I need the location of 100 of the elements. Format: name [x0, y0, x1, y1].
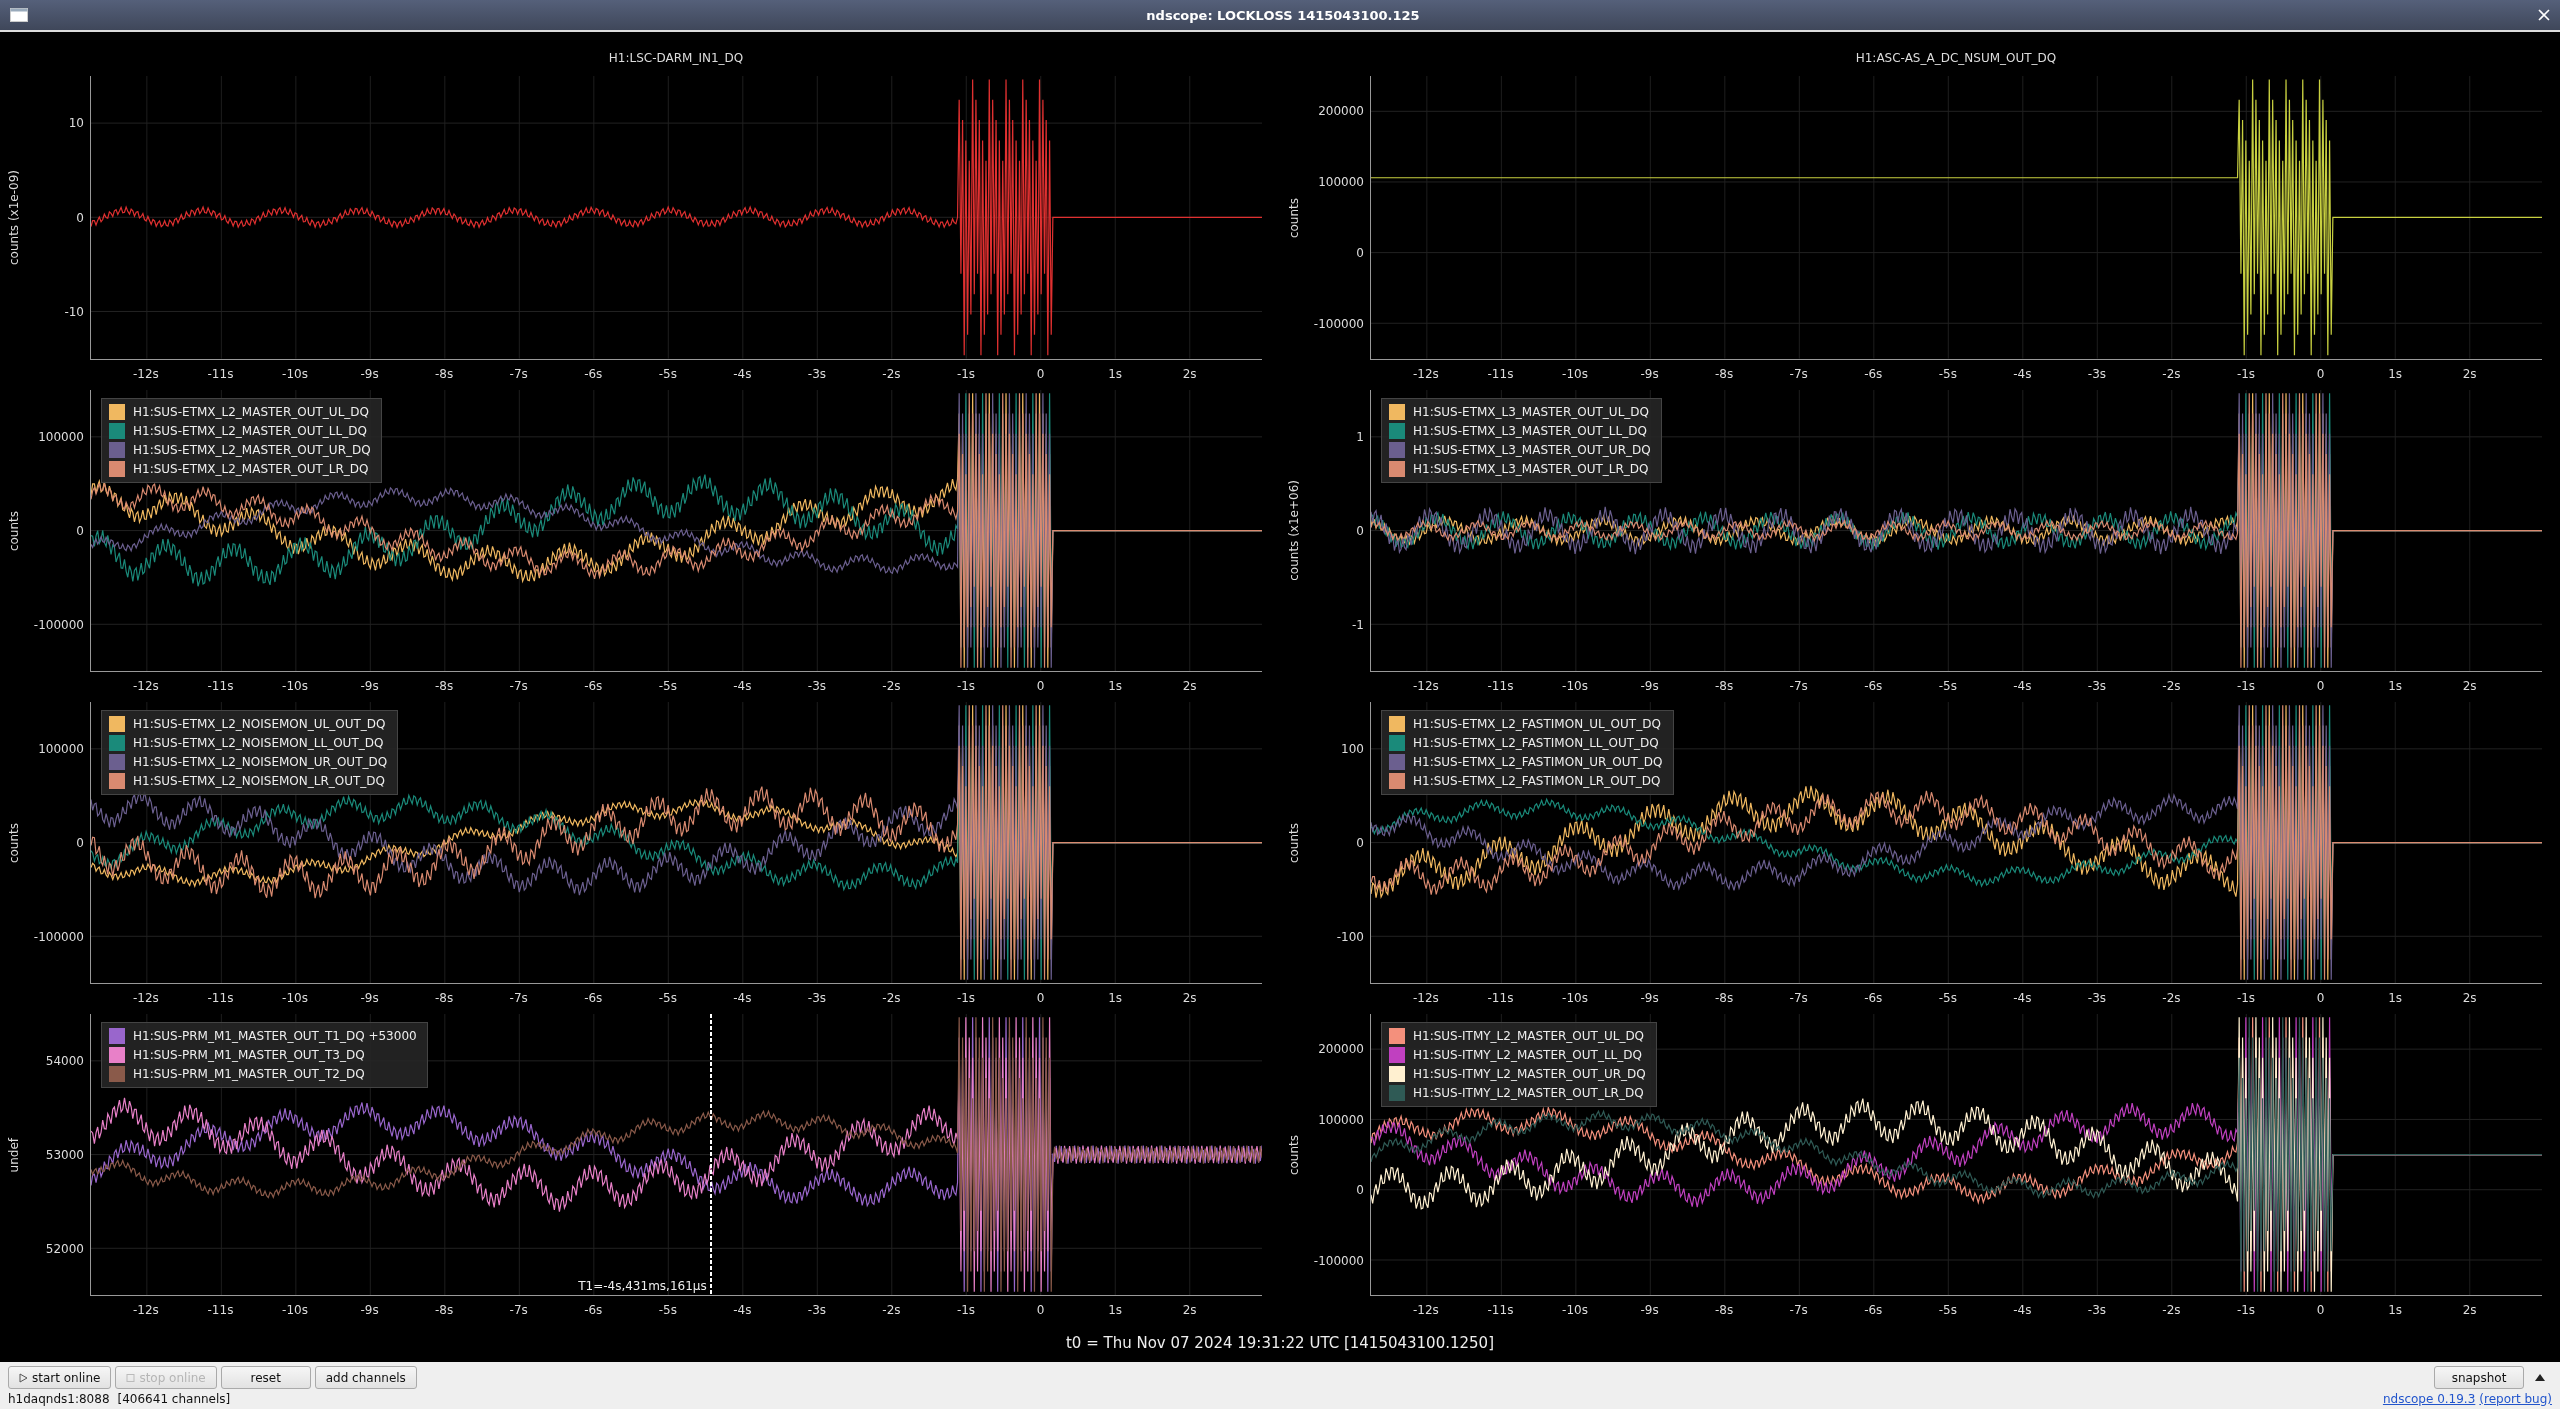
axis-tick-label: 100: [1341, 741, 1364, 756]
axis-tick-label: -9s: [1640, 366, 1659, 381]
axis-tick-label: 100000: [38, 429, 84, 444]
axis-tick-label: -10s: [282, 990, 308, 1005]
expand-icon[interactable]: [2534, 1373, 2546, 1382]
axis-tick-label: -11s: [207, 678, 234, 693]
axis-tick-label: -7s: [1789, 990, 1808, 1005]
legend-label: H1:SUS-ETMX_L2_MASTER_OUT_UL_DQ: [133, 404, 369, 419]
window-icon: [10, 8, 28, 22]
axis-tick-label: 1s: [2388, 990, 2403, 1005]
axis-tick-label: -8s: [435, 678, 454, 693]
channel-count: [406641 channels]: [117, 1392, 231, 1406]
axis-label: counts: [1287, 822, 1301, 863]
axis-tick-label: 0: [1356, 1183, 1364, 1198]
axis-tick-label: 1s: [2388, 1303, 2403, 1317]
axis-tick-label: -2s: [2162, 990, 2181, 1005]
legend-label: H1:SUS-ITMY_L2_MASTER_OUT_LL_DQ: [1413, 1047, 1642, 1062]
axis-tick-label: -10: [64, 305, 84, 320]
axis-label: undef: [7, 1137, 21, 1173]
axis-tick-label: 2s: [1182, 990, 1197, 1005]
axis-tick-label: 0: [1356, 246, 1364, 261]
axis-tick-label: 2s: [1182, 678, 1197, 693]
axis-tick-label: -3s: [2087, 366, 2106, 381]
axis-tick-label: 0: [76, 835, 84, 850]
legend-label: H1:SUS-ETMX_L2_MASTER_OUT_UR_DQ: [133, 442, 371, 457]
axis-tick-label: -12s: [133, 990, 159, 1005]
axis-tick-label: -5s: [658, 678, 677, 693]
axis-tick-label: 0: [76, 210, 84, 225]
axis-tick-label: -11s: [1487, 1303, 1514, 1317]
legend-label: H1:SUS-ETMX_L2_FASTIMON_UR_OUT_DQ: [1413, 754, 1663, 769]
legend-label: H1:SUS-ETMX_L2_MASTER_OUT_LL_DQ: [133, 423, 367, 438]
axis-tick-label: -1s: [2236, 366, 2256, 381]
toolbar-button[interactable]: add channels: [314, 1366, 417, 1389]
axis-tick-label: -2s: [882, 366, 901, 381]
toolbar-button[interactable]: start online: [8, 1366, 112, 1389]
axis-tick-label: 2s: [1182, 366, 1197, 381]
toolbar-button[interactable]: reset: [220, 1366, 311, 1389]
legend-label: H1:SUS-ITMY_L2_MASTER_OUT_UR_DQ: [1413, 1066, 1646, 1081]
axis-tick-label: -100: [1336, 929, 1364, 944]
axis-tick-label: 54000: [45, 1053, 84, 1068]
axis-tick-label: -2s: [882, 1303, 901, 1317]
axis-tick-label: -100000: [33, 929, 84, 944]
plot-title: H1:ASC-AS_A_DC_NSUM_OUT_DQ: [1854, 51, 2058, 65]
legend-label: H1:SUS-ETMX_L2_FASTIMON_LR_OUT_DQ: [1413, 773, 1661, 788]
axis-tick-label: 0: [1356, 835, 1364, 850]
legend-label: H1:SUS-ETMX_L2_NOISEMON_UL_OUT_DQ: [133, 716, 386, 731]
report-bug-link[interactable]: (report bug): [2479, 1392, 2552, 1406]
axis-tick-label: -5s: [1938, 678, 1957, 693]
axis-tick-label: -5s: [658, 1303, 677, 1317]
legend-label: H1:SUS-ETMX_L3_MASTER_OUT_UL_DQ: [1413, 404, 1649, 419]
axis-tick-label: -8s: [1715, 990, 1734, 1005]
axis-tick-label: -6s: [584, 990, 603, 1005]
axis-tick-label: -11s: [1487, 990, 1514, 1005]
axis-tick-label: 200000: [1318, 1042, 1364, 1057]
axis-tick-label: 100000: [38, 741, 84, 756]
axis-tick-label: -4s: [2013, 678, 2032, 693]
axis-tick-label: -1s: [956, 366, 976, 381]
axis-tick-label: 1s: [1108, 366, 1123, 381]
axis-tick-label: 2s: [2462, 990, 2477, 1005]
axis-tick-label: -12s: [133, 678, 159, 693]
axis-tick-label: -1: [1352, 617, 1364, 632]
axis-tick-label: -12s: [1413, 990, 1439, 1005]
axis-tick-label: 1s: [1108, 990, 1123, 1005]
axis-tick-label: -1s: [956, 990, 976, 1005]
axis-tick-label: -10s: [1562, 678, 1588, 693]
axis-tick-label: 0: [2316, 990, 2325, 1005]
axis-tick-label: -9s: [360, 990, 379, 1005]
legend-label: H1:SUS-ETMX_L2_FASTIMON_UL_OUT_DQ: [1413, 716, 1661, 731]
axis-tick-label: -12s: [1413, 366, 1439, 381]
legend-label: H1:SUS-ETMX_L2_NOISEMON_UR_OUT_DQ: [133, 754, 388, 769]
axis-tick-label: -9s: [360, 1303, 379, 1317]
axis-tick-label: -7s: [509, 990, 528, 1005]
cursor-line[interactable]: [708, 1013, 713, 1295]
axis-tick-label: -11s: [1487, 678, 1514, 693]
axis-tick-label: -9s: [1640, 990, 1659, 1005]
axis-label: counts: [7, 822, 21, 863]
legend-label: H1:SUS-ETMX_L3_MASTER_OUT_UR_DQ: [1413, 442, 1651, 457]
axis-tick-label: -10s: [282, 678, 308, 693]
axis-tick-label: 1s: [1108, 1303, 1123, 1317]
axis-tick-label: -1s: [2236, 1303, 2256, 1317]
axis-tick-label: -11s: [1487, 366, 1514, 381]
version-link[interactable]: ndscope 0.19.3: [2382, 1392, 2476, 1406]
axis-tick-label: -5s: [658, 366, 677, 381]
snapshot-button[interactable]: snapshot: [2434, 1366, 2524, 1389]
axis-tick-label: -8s: [1715, 678, 1734, 693]
time-origin-label: t0 = Thu Nov 07 2024 19:31:22 UTC [1415043100.1250]: [1064, 1333, 1495, 1354]
legend-label: H1:SUS-ETMX_L2_MASTER_OUT_LR_DQ: [133, 461, 369, 476]
axis-tick-label: -8s: [435, 1303, 454, 1317]
axis-tick-label: -6s: [1864, 366, 1883, 381]
axis-tick-label: 0: [2316, 1303, 2325, 1317]
axis-tick-label: -4s: [733, 366, 752, 381]
axis-tick-label: 2s: [2462, 678, 2477, 693]
axis-tick-label: 200000: [1318, 104, 1364, 119]
axis-tick-label: -4s: [2013, 1303, 2032, 1317]
axis-tick-label: 53000: [45, 1147, 84, 1162]
axis-tick-label: -8s: [1715, 366, 1734, 381]
axis-tick-label: -6s: [1864, 990, 1883, 1005]
close-icon[interactable]: [2538, 9, 2550, 21]
legend-label: H1:SUS-ETMX_L3_MASTER_OUT_LL_DQ: [1413, 423, 1647, 438]
axis-tick-label: 0: [1356, 523, 1364, 538]
